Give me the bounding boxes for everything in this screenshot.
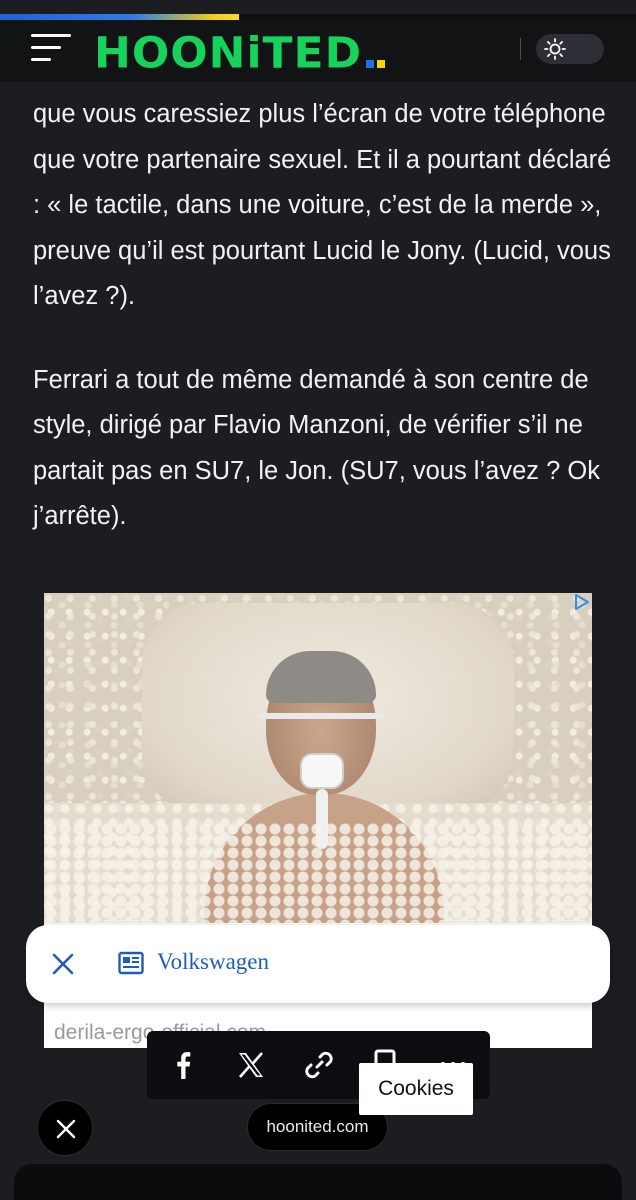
link-icon[interactable] — [299, 1045, 339, 1085]
theme-toggle[interactable] — [536, 34, 604, 64]
banner-label[interactable]: Volkswagen — [157, 949, 269, 975]
cpap-mask — [300, 753, 344, 789]
bottom-navigation-bar — [14, 1164, 622, 1200]
volkswagen-banner[interactable]: Volkswagen — [26, 925, 610, 1003]
logo-dots — [366, 60, 386, 68]
close-icon — [56, 1119, 76, 1139]
logo-text: HOONiTED — [94, 28, 363, 79]
article-body: Bref, Jony, c'est le gars qui a fait en … — [33, 60, 613, 540]
hamburger-menu-icon[interactable] — [31, 34, 73, 64]
article-paragraph-1: que vous caressiez plus l’écran de votre… — [33, 100, 612, 310]
newspaper-icon — [118, 951, 144, 975]
mask-strap — [258, 713, 384, 719]
cookies-button[interactable]: Cookies — [359, 1063, 473, 1115]
reading-progress-fill — [0, 14, 239, 20]
article-paragraph-2: Ferrari a tout de même demandé à son cen… — [33, 365, 600, 531]
facebook-icon[interactable] — [163, 1045, 203, 1085]
site-header: HOONiTED — [0, 20, 636, 82]
reading-progress-bar — [0, 14, 636, 20]
adchoices-icon[interactable] — [572, 593, 592, 611]
feather-overlay — [44, 823, 592, 923]
ad-image[interactable] — [44, 593, 592, 923]
site-logo[interactable]: HOONiTED — [94, 22, 386, 80]
header-divider — [520, 38, 521, 60]
close-button[interactable] — [37, 1100, 93, 1156]
close-icon[interactable] — [48, 949, 78, 979]
x-icon[interactable] — [231, 1045, 271, 1085]
sun-icon — [544, 38, 566, 60]
